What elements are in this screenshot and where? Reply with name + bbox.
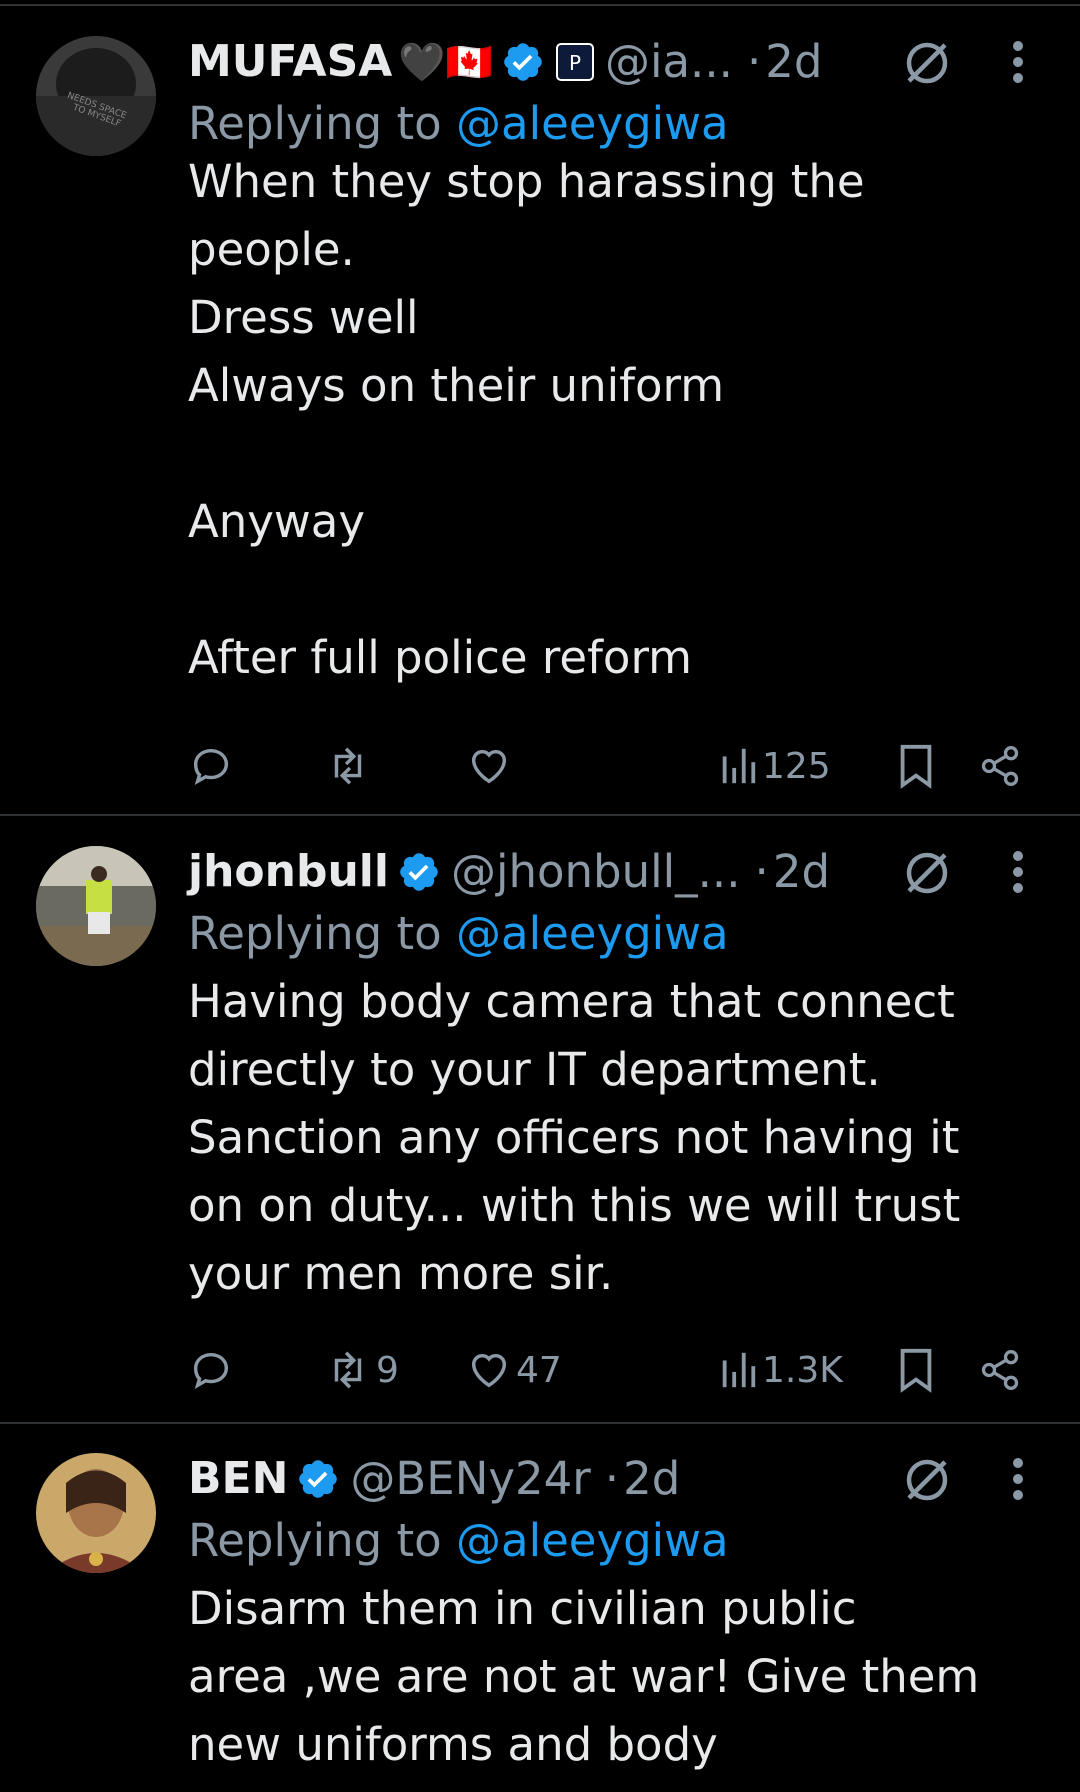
views-button[interactable]: 1.3K xyxy=(718,1340,843,1400)
more-icon[interactable] xyxy=(1008,38,1028,86)
text-line: When they stop harassing the xyxy=(188,155,865,208)
replying-label: Replying to xyxy=(188,97,442,150)
avatar[interactable]: NEEDS SPACE TO MYSELF xyxy=(36,36,156,156)
like-count: 47 xyxy=(516,1349,562,1391)
share-button[interactable] xyxy=(978,1340,1022,1400)
reply-button[interactable] xyxy=(188,736,238,796)
like-button[interactable]: 47 xyxy=(466,1340,562,1400)
replying-handle[interactable]: @aleeygiwa xyxy=(456,97,729,150)
replying-to: Replying to @aleeygiwa xyxy=(188,1513,729,1569)
top-divider xyxy=(0,4,1080,6)
views-count: 1.3K xyxy=(762,1349,843,1391)
timestamp[interactable]: 2d xyxy=(623,1447,680,1511)
text-line: people. xyxy=(188,223,355,276)
tweet-text: Having body camera that connect directly… xyxy=(188,968,960,1308)
more-icon[interactable] xyxy=(1008,848,1028,896)
action-bar: 9 47 1.3K xyxy=(188,1340,1044,1400)
text-line: new uniforms and body xyxy=(188,1718,718,1771)
avatar[interactable] xyxy=(36,846,156,966)
display-name[interactable]: BEN xyxy=(188,1447,288,1511)
replying-to: Replying to @aleeygiwa xyxy=(188,96,729,152)
separator-dot: · xyxy=(754,845,769,898)
retweet-icon xyxy=(334,747,362,785)
user-handle[interactable]: @jhonbull_... xyxy=(451,840,741,904)
action-bar: 125 xyxy=(188,736,1044,796)
grok-icon[interactable] xyxy=(900,846,954,900)
separator-dot: · xyxy=(604,1452,620,1505)
like-icon xyxy=(471,749,507,784)
tweet-divider xyxy=(0,1422,1080,1424)
tweet-divider xyxy=(0,814,1080,816)
share-icon xyxy=(981,1350,1019,1390)
like-button[interactable] xyxy=(466,736,516,796)
timestamp[interactable]: 2d xyxy=(765,30,822,94)
text-line: your men more sir. xyxy=(188,1247,614,1300)
more-icon[interactable] xyxy=(1008,1455,1028,1503)
text-line xyxy=(188,556,865,624)
timestamp[interactable]: 2d xyxy=(773,840,830,904)
text-line: directly to your IT department. xyxy=(188,1043,881,1096)
reply-icon xyxy=(193,1352,229,1389)
text-line: area ,we are not at war! Give them xyxy=(188,1650,980,1703)
verified-icon xyxy=(299,1460,338,1498)
like-icon xyxy=(471,1353,507,1388)
user-handle[interactable]: @ia... xyxy=(605,30,733,94)
views-icon xyxy=(722,748,756,784)
bookmark-icon xyxy=(900,744,932,789)
text-line: Always on their uniform xyxy=(188,359,725,412)
text-line: Anyway xyxy=(188,495,365,548)
tweet-header: MUFASA 🖤🇨🇦 P @ia... · 2d xyxy=(188,30,822,94)
text-line: After full police reform xyxy=(188,631,692,684)
tweet-text: When they stop harassing the people. Dre… xyxy=(188,148,865,692)
replying-label: Replying to xyxy=(188,1514,442,1567)
share-button[interactable] xyxy=(978,736,1022,796)
text-line: Disarm them in civilian public xyxy=(188,1582,857,1635)
text-line: Dress well xyxy=(188,291,419,344)
retweet-button[interactable] xyxy=(324,736,376,796)
tweet-3[interactable]: BEN @BENy24r · 2d Replying to @aleeygiwa… xyxy=(0,1447,1080,1792)
reply-icon xyxy=(193,748,229,785)
bookmark-button[interactable] xyxy=(896,1340,936,1400)
display-name[interactable]: jhonbull xyxy=(188,840,389,904)
verified-icon xyxy=(504,43,542,81)
display-name[interactable]: MUFASA xyxy=(188,30,392,94)
replying-handle[interactable]: @aleeygiwa xyxy=(456,1514,729,1567)
replying-handle[interactable]: @aleeygiwa xyxy=(456,907,729,960)
grok-icon[interactable] xyxy=(900,1453,954,1507)
retweet-count: 9 xyxy=(376,1349,399,1391)
user-handle[interactable]: @BENy24r xyxy=(350,1447,590,1511)
text-line: Having body camera that connect xyxy=(188,975,955,1028)
bookmark-icon xyxy=(900,1348,932,1393)
share-icon xyxy=(981,746,1019,786)
bookmark-button[interactable] xyxy=(896,736,936,796)
avatar[interactable] xyxy=(36,1453,156,1573)
verified-icon xyxy=(400,853,438,891)
replying-label: Replying to xyxy=(188,907,442,960)
tweet-header: BEN @BENy24r · 2d xyxy=(188,1447,680,1511)
name-emoji: 🖤🇨🇦 xyxy=(398,40,493,84)
replying-to: Replying to @aleeygiwa xyxy=(188,906,729,962)
affiliate-badge-icon: P xyxy=(555,43,594,81)
separator-dot: · xyxy=(746,35,762,88)
retweet-button[interactable]: 9 xyxy=(324,1340,399,1400)
reply-button[interactable] xyxy=(188,1340,238,1400)
views-count: 125 xyxy=(762,745,831,787)
text-line: on on duty... with this we will trust xyxy=(188,1179,961,1232)
tweet-1[interactable]: NEEDS SPACE TO MYSELF MUFASA 🖤🇨🇦 P @ia..… xyxy=(0,30,1080,810)
tweet-2[interactable]: jhonbull @jhonbull_... · 2d Replying to … xyxy=(0,840,1080,1420)
text-line: Sanction any officers not having it xyxy=(188,1111,960,1164)
views-icon xyxy=(722,1352,756,1388)
svg-text:P: P xyxy=(569,51,581,75)
grok-icon[interactable] xyxy=(900,36,954,90)
retweet-icon xyxy=(334,1351,362,1389)
views-button[interactable]: 125 xyxy=(718,736,831,796)
tweet-header: jhonbull @jhonbull_... · 2d xyxy=(188,840,830,904)
text-line xyxy=(188,420,865,488)
tweet-text: Disarm them in civilian public area ,we … xyxy=(188,1575,979,1779)
